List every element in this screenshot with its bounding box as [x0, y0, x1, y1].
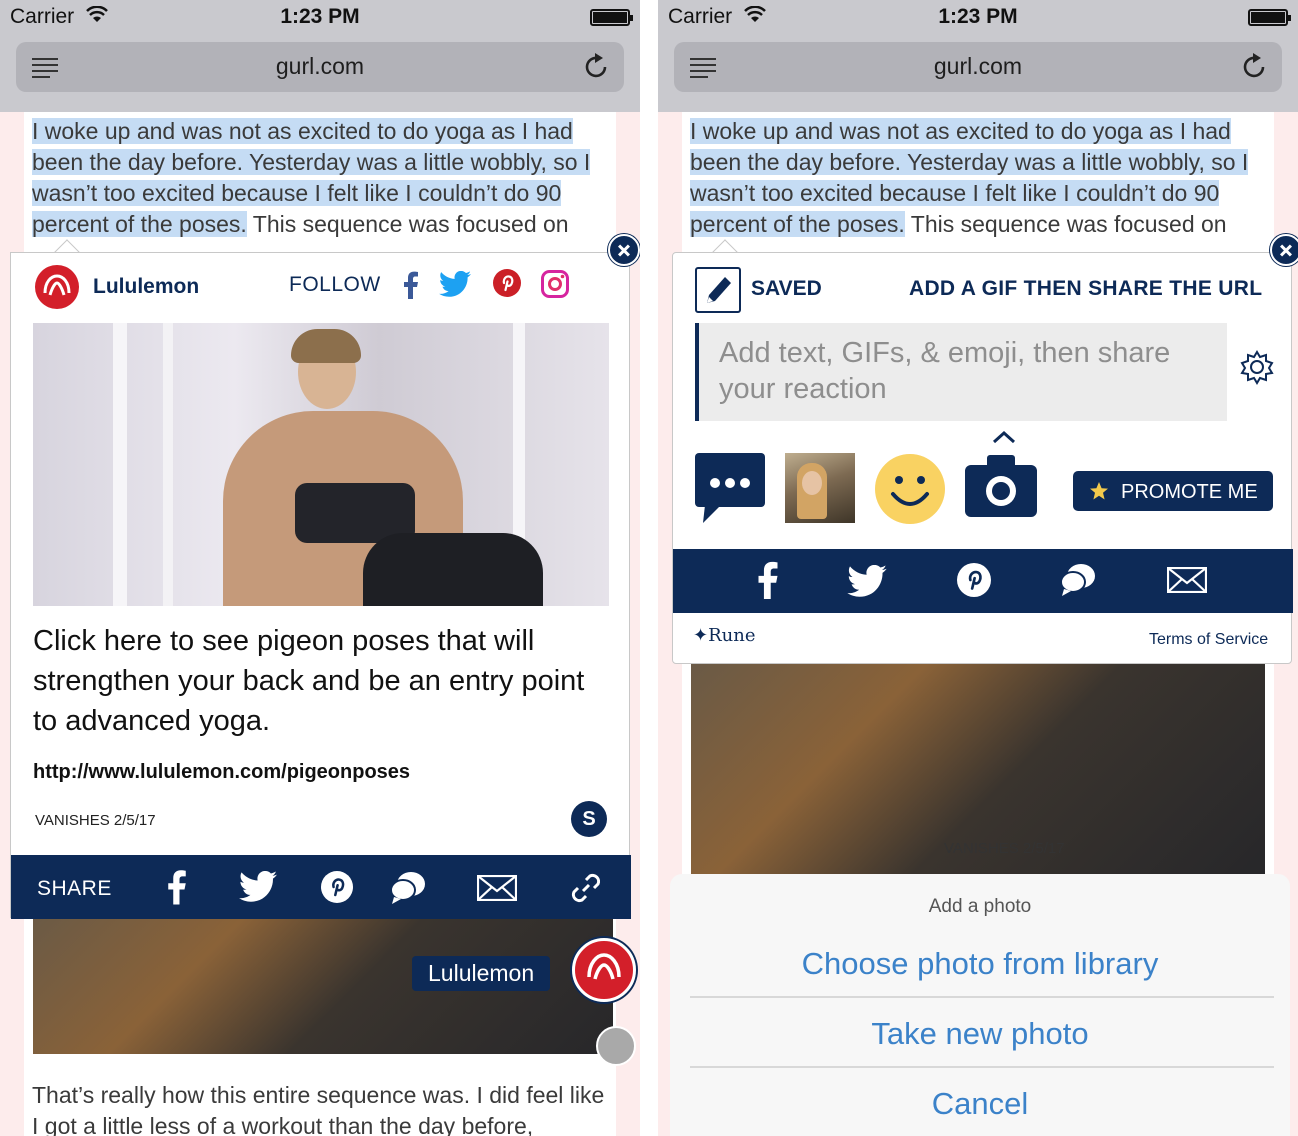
article-paragraph-bottom: That’s really how this entire sequence w…: [32, 1082, 605, 1136]
email-icon[interactable]: [477, 875, 517, 901]
url-bar[interactable]: gurl.com: [674, 42, 1282, 92]
reload-icon[interactable]: [584, 53, 610, 81]
vanishes-date: VANISHES 2/5/17: [944, 840, 1065, 857]
brand-tag[interactable]: Lululemon: [412, 956, 551, 991]
sheet-divider: [690, 1066, 1274, 1068]
terms-link[interactable]: Terms of Service: [1149, 631, 1268, 649]
gear-icon[interactable]: [1239, 349, 1275, 385]
left-screen: Carrier 1:23 PM gurl.com I woke up and w…: [0, 0, 640, 1136]
clock: 1:23 PM: [280, 5, 360, 28]
status-bar: Carrier 1:23 PM: [0, 0, 640, 34]
status-bar: Carrier 1:23 PM: [658, 0, 1298, 34]
brand-bubble[interactable]: [572, 938, 636, 1002]
url-text: gurl.com: [275, 53, 365, 79]
url-bar[interactable]: gurl.com: [16, 42, 624, 92]
lululemon-logo-icon: [587, 953, 621, 980]
article-paragraph[interactable]: I woke up and was not as excited to do y…: [690, 116, 1270, 240]
follow-label: FOLLOW: [289, 273, 381, 296]
gif-cta: ADD A GIF THEN SHARE THE URL: [909, 277, 1263, 300]
chat-icon[interactable]: [389, 869, 427, 905]
link-icon[interactable]: [569, 871, 603, 905]
cancel-option[interactable]: Cancel: [670, 1086, 1290, 1122]
url-text: gurl.com: [933, 53, 1023, 79]
choose-library-option[interactable]: Choose photo from library: [670, 946, 1290, 982]
browser-chrome: Carrier 1:23 PM gurl.com: [0, 0, 640, 112]
hero-image[interactable]: [33, 323, 609, 606]
star-icon: [1090, 482, 1108, 500]
battery-icon: [590, 9, 633, 26]
sheet-title: Add a photo: [928, 896, 1032, 917]
camera-icon[interactable]: [965, 455, 1037, 517]
facebook-icon[interactable]: [403, 271, 419, 299]
pinterest-icon[interactable]: [493, 269, 521, 297]
pinterest-icon[interactable]: [957, 563, 991, 597]
chat-icon[interactable]: [1059, 561, 1097, 597]
facebook-icon[interactable]: [167, 869, 187, 905]
promote-label: PROMOTE ME: [1121, 481, 1258, 503]
paragraph-continuation: This sequence was focused on: [246, 211, 569, 237]
clock: 1:23 PM: [938, 5, 1018, 28]
rune-logo[interactable]: ✦Rune: [693, 625, 755, 646]
twitter-icon[interactable]: [239, 871, 277, 902]
pencil-icon: [707, 277, 731, 303]
speech-bubble-icon[interactable]: [695, 453, 765, 525]
right-screen: Carrier 1:23 PM gurl.com I woke up and w…: [658, 0, 1298, 1136]
share-bar: SHARE: [11, 855, 631, 919]
pinterest-icon[interactable]: [321, 871, 353, 903]
email-icon[interactable]: [1167, 567, 1207, 593]
take-photo-option[interactable]: Take new photo: [670, 1016, 1290, 1052]
brand-logo[interactable]: [35, 265, 79, 309]
facebook-icon[interactable]: [757, 561, 779, 599]
sheet-divider: [690, 996, 1274, 998]
reload-icon[interactable]: [1242, 53, 1268, 81]
share-bar: [673, 549, 1293, 613]
smiley-icon[interactable]: [875, 454, 945, 524]
vanishes-date: VANISHES 2/5/17: [35, 812, 156, 829]
close-button[interactable]: [1270, 234, 1298, 266]
rune-label: Rune: [708, 625, 756, 646]
promote-button[interactable]: PROMOTE ME: [1073, 471, 1273, 511]
battery-icon: [1248, 9, 1291, 26]
twitter-icon[interactable]: [439, 271, 471, 297]
share-label: SHARE: [37, 877, 112, 900]
close-button[interactable]: [608, 234, 640, 266]
paragraph-continuation: This sequence was focused on: [904, 211, 1227, 237]
headline[interactable]: Click here to see pigeon poses that will…: [33, 621, 609, 741]
reaction-input[interactable]: Add text, GIFs, & emoji, then share your…: [695, 323, 1227, 421]
chevron-up-icon[interactable]: [991, 429, 1017, 445]
screen-gap: [640, 0, 658, 1136]
composer-card: SAVED ADD A GIF THEN SHARE THE URL Add t…: [672, 252, 1293, 664]
browser-chrome: Carrier 1:23 PM gurl.com: [658, 0, 1298, 112]
instagram-icon[interactable]: [541, 270, 569, 298]
article-paragraph[interactable]: I woke up and was not as excited to do y…: [32, 116, 612, 240]
brand-name[interactable]: Lululemon: [93, 275, 199, 299]
saved-label: SAVED: [751, 277, 822, 300]
promo-card: Lululemon FOLLOW Click here to see pigeo…: [10, 252, 631, 919]
avatar[interactable]: [596, 1026, 636, 1066]
edit-button[interactable]: [695, 267, 741, 313]
promo-link[interactable]: http://www.lululemon.com/pigeonposes: [33, 761, 410, 784]
gif-thumbnail[interactable]: [785, 453, 855, 523]
add-photo-sheet: Add a photo Choose photo from library Ta…: [670, 874, 1290, 1136]
twitter-icon[interactable]: [847, 565, 887, 597]
input-placeholder: Add text, GIFs, & emoji, then share your…: [719, 337, 1171, 405]
s-badge[interactable]: S: [571, 801, 607, 837]
lululemon-logo-icon: [43, 274, 71, 296]
